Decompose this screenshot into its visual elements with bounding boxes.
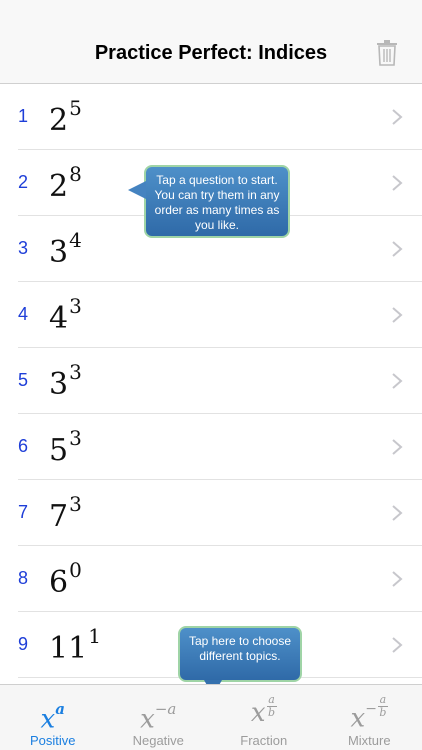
chevron-right-icon	[392, 109, 403, 125]
chevron-right-icon	[392, 571, 403, 587]
nav-bar: Practice Perfect: Indices	[0, 0, 422, 84]
tab-label: Mixture	[347, 733, 391, 748]
tab-negative[interactable]: x−a Negative	[106, 685, 212, 750]
question-row-5[interactable]: 5 33	[18, 348, 422, 414]
positive-index-icon: xa	[40, 700, 65, 735]
chevron-right-icon	[392, 307, 403, 323]
question-number: 8	[18, 568, 29, 588]
tab-label: Negative	[132, 733, 184, 748]
question-expression: 43	[49, 294, 82, 336]
chevron-right-icon	[392, 241, 403, 257]
question-expression: 60	[49, 558, 82, 600]
mixture-index-icon: x− a b	[350, 693, 388, 734]
tab-label: Fraction	[240, 733, 288, 748]
tooltip-text: Tap here to choose different topics.	[188, 634, 292, 663]
question-expression: 28	[49, 162, 82, 204]
question-row-8[interactable]: 8 60	[18, 546, 422, 612]
negative-index-icon: x−a	[140, 700, 177, 735]
question-number: 5	[18, 370, 29, 390]
tooltip-text: Tap a question to start. You can try the…	[154, 173, 280, 232]
question-expression: 33	[49, 360, 82, 402]
question-row-1[interactable]: 1 25	[18, 84, 422, 150]
question-expression: 73	[49, 492, 82, 534]
chevron-right-icon	[392, 439, 403, 455]
question-expression: 111	[49, 624, 101, 666]
question-number: 7	[18, 502, 29, 522]
trash-icon[interactable]	[376, 40, 398, 66]
question-expression: 34	[49, 228, 82, 270]
start-tooltip[interactable]: Tap a question to start. You can try the…	[128, 165, 290, 238]
question-number: 9	[18, 634, 29, 654]
tab-label: Positive	[29, 733, 76, 748]
question-number: 1	[18, 106, 29, 126]
question-number: 3	[18, 238, 29, 258]
question-row-7[interactable]: 7 73	[18, 480, 422, 546]
page-title: Practice Perfect: Indices	[94, 42, 328, 64]
chevron-right-icon	[392, 175, 403, 191]
topics-tooltip[interactable]: Tap here to choose different topics.	[178, 626, 302, 696]
chevron-right-icon	[392, 505, 403, 521]
tooltip-arrow	[128, 181, 146, 199]
tab-positive[interactable]: xa Positive	[0, 685, 106, 750]
fraction-index-icon: xab	[250, 693, 277, 728]
question-row-4[interactable]: 4 43	[18, 282, 422, 348]
tab-mixture[interactable]: x− a b Mixture	[317, 685, 422, 750]
chevron-right-icon	[392, 637, 403, 653]
question-row-6[interactable]: 6 53	[18, 414, 422, 480]
question-number: 2	[18, 172, 29, 192]
question-expression: 25	[49, 96, 82, 138]
question-number: 4	[18, 304, 29, 324]
chevron-right-icon	[392, 373, 403, 389]
tab-fraction[interactable]: xab Fraction	[211, 685, 317, 750]
question-number: 6	[18, 436, 29, 456]
question-expression: 53	[49, 426, 82, 468]
tab-bar: xa Positive x−a Negative xab Fraction x−…	[0, 684, 422, 750]
